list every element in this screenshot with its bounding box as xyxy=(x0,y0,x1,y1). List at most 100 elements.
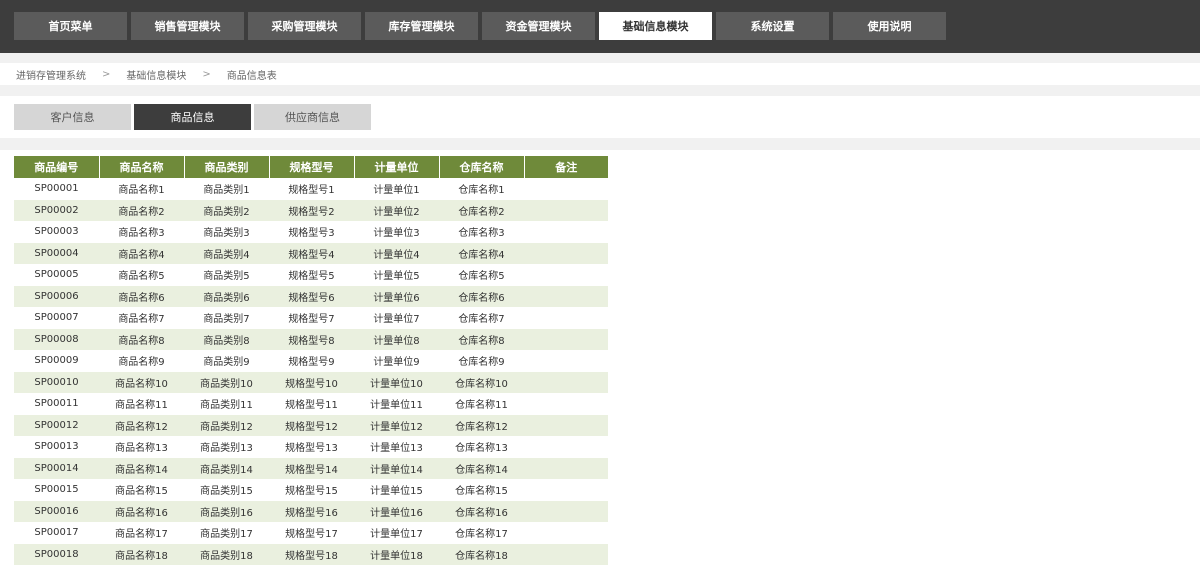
table-row[interactable]: SP00001 商品名称1 商品类别1 规格型号1 计量单位1 仓库名称1 xyxy=(14,178,608,200)
main-nav: 首页菜单 销售管理模块 采购管理模块 库存管理模块 资金管理模块 基础信息模块 … xyxy=(14,12,950,40)
remarks-cell xyxy=(524,350,608,372)
column-header-product-name[interactable]: 商品名称 xyxy=(99,156,185,178)
table-row[interactable]: SP00011 商品名称11 商品类别11 规格型号11 计量单位11 仓库名称11 xyxy=(14,393,608,415)
product-category-cell: 商品类别12 xyxy=(184,414,269,436)
warehouse-cell: 仓库名称12 xyxy=(439,414,524,436)
unit-cell: 计量单位7 xyxy=(354,307,439,329)
remarks-cell xyxy=(524,522,608,544)
product-category-cell: 商品类别1 xyxy=(184,178,269,200)
nav-item-sales[interactable]: 销售管理模块 xyxy=(131,12,244,40)
product-category-cell: 商品类别11 xyxy=(184,393,269,415)
table-row[interactable]: SP00008 商品名称8 商品类别8 规格型号8 计量单位8 仓库名称8 xyxy=(14,328,608,350)
warehouse-cell: 仓库名称11 xyxy=(439,393,524,415)
tab-customer-info[interactable]: 客户信息 xyxy=(14,104,131,130)
nav-item-inventory[interactable]: 库存管理模块 xyxy=(365,12,478,40)
table-row[interactable]: SP00003 商品名称3 商品类别3 规格型号3 计量单位3 仓库名称3 xyxy=(14,221,608,243)
spec-model-cell: 规格型号18 xyxy=(269,543,354,565)
remarks-cell xyxy=(524,221,608,243)
unit-cell: 计量单位12 xyxy=(354,414,439,436)
tab-product-info[interactable]: 商品信息 xyxy=(134,104,251,130)
product-name-cell: 商品名称18 xyxy=(99,543,184,565)
table-row[interactable]: SP00015 商品名称15 商品类别15 规格型号15 计量单位15 仓库名称15 xyxy=(14,479,608,501)
nav-item-finance[interactable]: 资金管理模块 xyxy=(482,12,595,40)
spec-model-cell: 规格型号17 xyxy=(269,522,354,544)
unit-cell: 计量单位9 xyxy=(354,350,439,372)
remarks-cell xyxy=(524,414,608,436)
table-row[interactable]: SP00014 商品名称14 商品类别14 规格型号14 计量单位14 仓库名称14 xyxy=(14,457,608,479)
product-id-cell: SP00012 xyxy=(14,414,99,436)
table-row[interactable]: SP00010 商品名称10 商品类别10 规格型号10 计量单位10 仓库名称10 xyxy=(14,371,608,393)
column-header-unit[interactable]: 计量单位 xyxy=(354,156,440,178)
product-name-cell: 商品名称5 xyxy=(99,264,184,286)
table-row[interactable]: SP00013 商品名称13 商品类别13 规格型号13 计量单位13 仓库名称13 xyxy=(14,436,608,458)
spec-model-cell: 规格型号9 xyxy=(269,350,354,372)
column-header-spec-model[interactable]: 规格型号 xyxy=(269,156,355,178)
unit-cell: 计量单位13 xyxy=(354,436,439,458)
product-id-cell: SP00010 xyxy=(14,371,99,393)
unit-cell: 计量单位5 xyxy=(354,264,439,286)
product-category-cell: 商品类别15 xyxy=(184,479,269,501)
remarks-cell xyxy=(524,328,608,350)
warehouse-cell: 仓库名称3 xyxy=(439,221,524,243)
table-row[interactable]: SP00018 商品名称18 商品类别18 规格型号18 计量单位18 仓库名称18 xyxy=(14,543,608,565)
product-category-cell: 商品类别10 xyxy=(184,371,269,393)
unit-cell: 计量单位11 xyxy=(354,393,439,415)
remarks-cell xyxy=(524,242,608,264)
product-name-cell: 商品名称17 xyxy=(99,522,184,544)
unit-cell: 计量单位17 xyxy=(354,522,439,544)
product-name-cell: 商品名称13 xyxy=(99,436,184,458)
breadcrumb-item-system[interactable]: 进销存管理系统 xyxy=(16,67,86,82)
table-row[interactable]: SP00012 商品名称12 商品类别12 规格型号12 计量单位12 仓库名称12 xyxy=(14,414,608,436)
product-category-cell: 商品类别3 xyxy=(184,221,269,243)
remarks-cell xyxy=(524,479,608,501)
nav-item-settings[interactable]: 系统设置 xyxy=(716,12,829,40)
unit-cell: 计量单位4 xyxy=(354,242,439,264)
nav-item-purchase[interactable]: 采购管理模块 xyxy=(248,12,361,40)
product-id-cell: SP00007 xyxy=(14,307,99,329)
table-row[interactable]: SP00006 商品名称6 商品类别6 规格型号6 计量单位6 仓库名称6 xyxy=(14,285,608,307)
tab-supplier-info[interactable]: 供应商信息 xyxy=(254,104,371,130)
breadcrumb-item-module[interactable]: 基础信息模块 xyxy=(126,67,186,82)
warehouse-cell: 仓库名称1 xyxy=(439,178,524,200)
product-id-cell: SP00016 xyxy=(14,500,99,522)
spec-model-cell: 规格型号10 xyxy=(269,371,354,393)
product-category-cell: 商品类别6 xyxy=(184,285,269,307)
product-category-cell: 商品类别14 xyxy=(184,457,269,479)
remarks-cell xyxy=(524,500,608,522)
product-id-cell: SP00002 xyxy=(14,199,99,221)
product-category-cell: 商品类别2 xyxy=(184,199,269,221)
product-id-cell: SP00011 xyxy=(14,393,99,415)
remarks-cell xyxy=(524,436,608,458)
product-category-cell: 商品类别4 xyxy=(184,242,269,264)
column-header-remarks[interactable]: 备注 xyxy=(524,156,608,178)
warehouse-cell: 仓库名称2 xyxy=(439,199,524,221)
product-name-cell: 商品名称12 xyxy=(99,414,184,436)
product-id-cell: SP00004 xyxy=(14,242,99,264)
column-header-warehouse[interactable]: 仓库名称 xyxy=(439,156,525,178)
breadcrumb-separator: > xyxy=(202,68,211,80)
column-header-product-category[interactable]: 商品类别 xyxy=(184,156,270,178)
product-id-cell: SP00014 xyxy=(14,457,99,479)
remarks-cell xyxy=(524,543,608,565)
table-row[interactable]: SP00004 商品名称4 商品类别4 规格型号4 计量单位4 仓库名称4 xyxy=(14,242,608,264)
table-row[interactable]: SP00017 商品名称17 商品类别17 规格型号17 计量单位17 仓库名称17 xyxy=(14,522,608,544)
product-category-cell: 商品类别7 xyxy=(184,307,269,329)
nav-item-home[interactable]: 首页菜单 xyxy=(14,12,127,40)
product-id-cell: SP00001 xyxy=(14,178,99,200)
table-row[interactable]: SP00016 商品名称16 商品类别16 规格型号16 计量单位16 仓库名称16 xyxy=(14,500,608,522)
tab-bar: 客户信息 商品信息 供应商信息 xyxy=(0,96,1200,138)
table-row[interactable]: SP00009 商品名称9 商品类别9 规格型号9 计量单位9 仓库名称9 xyxy=(14,350,608,372)
warehouse-cell: 仓库名称9 xyxy=(439,350,524,372)
product-name-cell: 商品名称14 xyxy=(99,457,184,479)
nav-item-help[interactable]: 使用说明 xyxy=(833,12,946,40)
warehouse-cell: 仓库名称18 xyxy=(439,543,524,565)
table-row[interactable]: SP00005 商品名称5 商品类别5 规格型号5 计量单位5 仓库名称5 xyxy=(14,264,608,286)
table-row[interactable]: SP00007 商品名称7 商品类别7 规格型号7 计量单位7 仓库名称7 xyxy=(14,307,608,329)
spec-model-cell: 规格型号8 xyxy=(269,328,354,350)
column-header-product-id[interactable]: 商品编号 xyxy=(14,156,100,178)
nav-item-basic-info[interactable]: 基础信息模块 xyxy=(599,12,712,40)
product-name-cell: 商品名称4 xyxy=(99,242,184,264)
table-row[interactable]: SP00002 商品名称2 商品类别2 规格型号2 计量单位2 仓库名称2 xyxy=(14,199,608,221)
unit-cell: 计量单位8 xyxy=(354,328,439,350)
product-name-cell: 商品名称2 xyxy=(99,199,184,221)
